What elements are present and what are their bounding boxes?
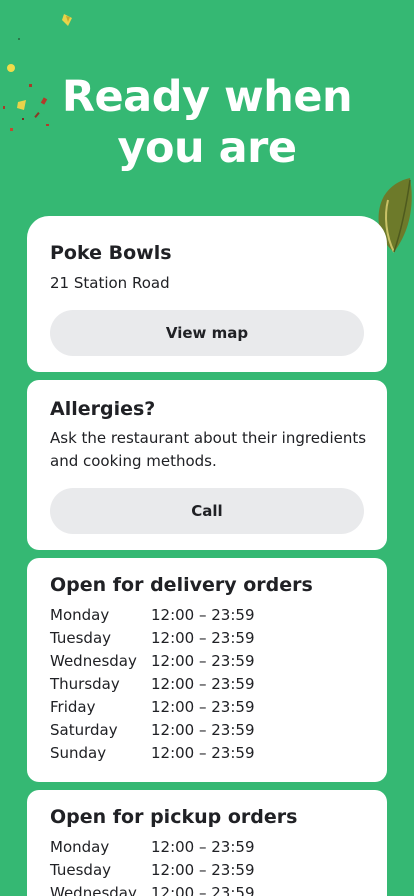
view-map-button[interactable]: View map [50, 310, 364, 356]
delivery-row-thursday: Thursday 12:00 – 23:59 [50, 675, 255, 693]
call-button[interactable]: Call [50, 488, 364, 534]
pickup-hours-card: Open for pickup orders Monday 12:00 – 23:… [27, 790, 387, 896]
hours-value: 12:00 – 23:59 [151, 744, 255, 762]
day-label: Wednesday [50, 884, 137, 896]
delivery-row-friday: Friday 12:00 – 23:59 [50, 698, 255, 716]
hero-title: Ready when you are [0, 72, 414, 174]
pickup-row-tuesday: Tuesday 12:00 – 23:59 [50, 861, 255, 879]
pickup-row-wednesday: Wednesday 12:00 – 23:59 [50, 884, 255, 896]
day-label: Friday [50, 698, 96, 716]
day-label: Sunday [50, 744, 107, 762]
delivery-row-tuesday: Tuesday 12:00 – 23:59 [50, 629, 255, 647]
hours-value: 12:00 – 23:59 [151, 606, 255, 624]
delivery-row-monday: Monday 12:00 – 23:59 [50, 606, 255, 624]
hours-value: 12:00 – 23:59 [151, 652, 255, 670]
venue-name: Poke Bowls [50, 242, 172, 264]
hours-value: 12:00 – 23:59 [151, 861, 255, 879]
hours-value: 12:00 – 23:59 [151, 675, 255, 693]
day-label: Tuesday [50, 861, 112, 879]
venue-card: Poke Bowls 21 Station Road View map [27, 216, 387, 372]
day-label: Wednesday [50, 652, 137, 670]
venue-address: 21 Station Road [50, 274, 170, 292]
allergies-title: Allergies? [50, 398, 156, 420]
day-label: Thursday [50, 675, 120, 693]
pickup-hours-title: Open for pickup orders [50, 806, 298, 828]
hours-value: 12:00 – 23:59 [151, 698, 255, 716]
delivery-row-sunday: Sunday 12:00 – 23:59 [50, 744, 255, 762]
pickup-row-monday: Monday 12:00 – 23:59 [50, 838, 255, 856]
delivery-hours-title: Open for delivery orders [50, 574, 313, 596]
hero-title-line-2: you are [117, 123, 297, 173]
hours-value: 12:00 – 23:59 [151, 838, 255, 856]
day-label: Monday [50, 838, 110, 856]
delivery-row-saturday: Saturday 12:00 – 23:59 [50, 721, 255, 739]
day-label: Monday [50, 606, 110, 624]
day-label: Saturday [50, 721, 118, 739]
hours-value: 12:00 – 23:59 [151, 884, 255, 896]
day-label: Tuesday [50, 629, 112, 647]
delivery-hours-card: Open for delivery orders Monday 12:00 – 2… [27, 558, 387, 782]
allergies-card: Allergies? Ask the restaurant about thei… [27, 380, 387, 550]
hero-title-line-1: Ready when [61, 72, 353, 122]
delivery-row-wednesday: Wednesday 12:00 – 23:59 [50, 652, 255, 670]
allergies-text-line-1: Ask the restaurant about their ingredien… [50, 429, 367, 447]
hours-value: 12:00 – 23:59 [151, 721, 255, 739]
allergies-text-line-2: and cooking methods. [50, 452, 217, 470]
hours-value: 12:00 – 23:59 [151, 629, 255, 647]
